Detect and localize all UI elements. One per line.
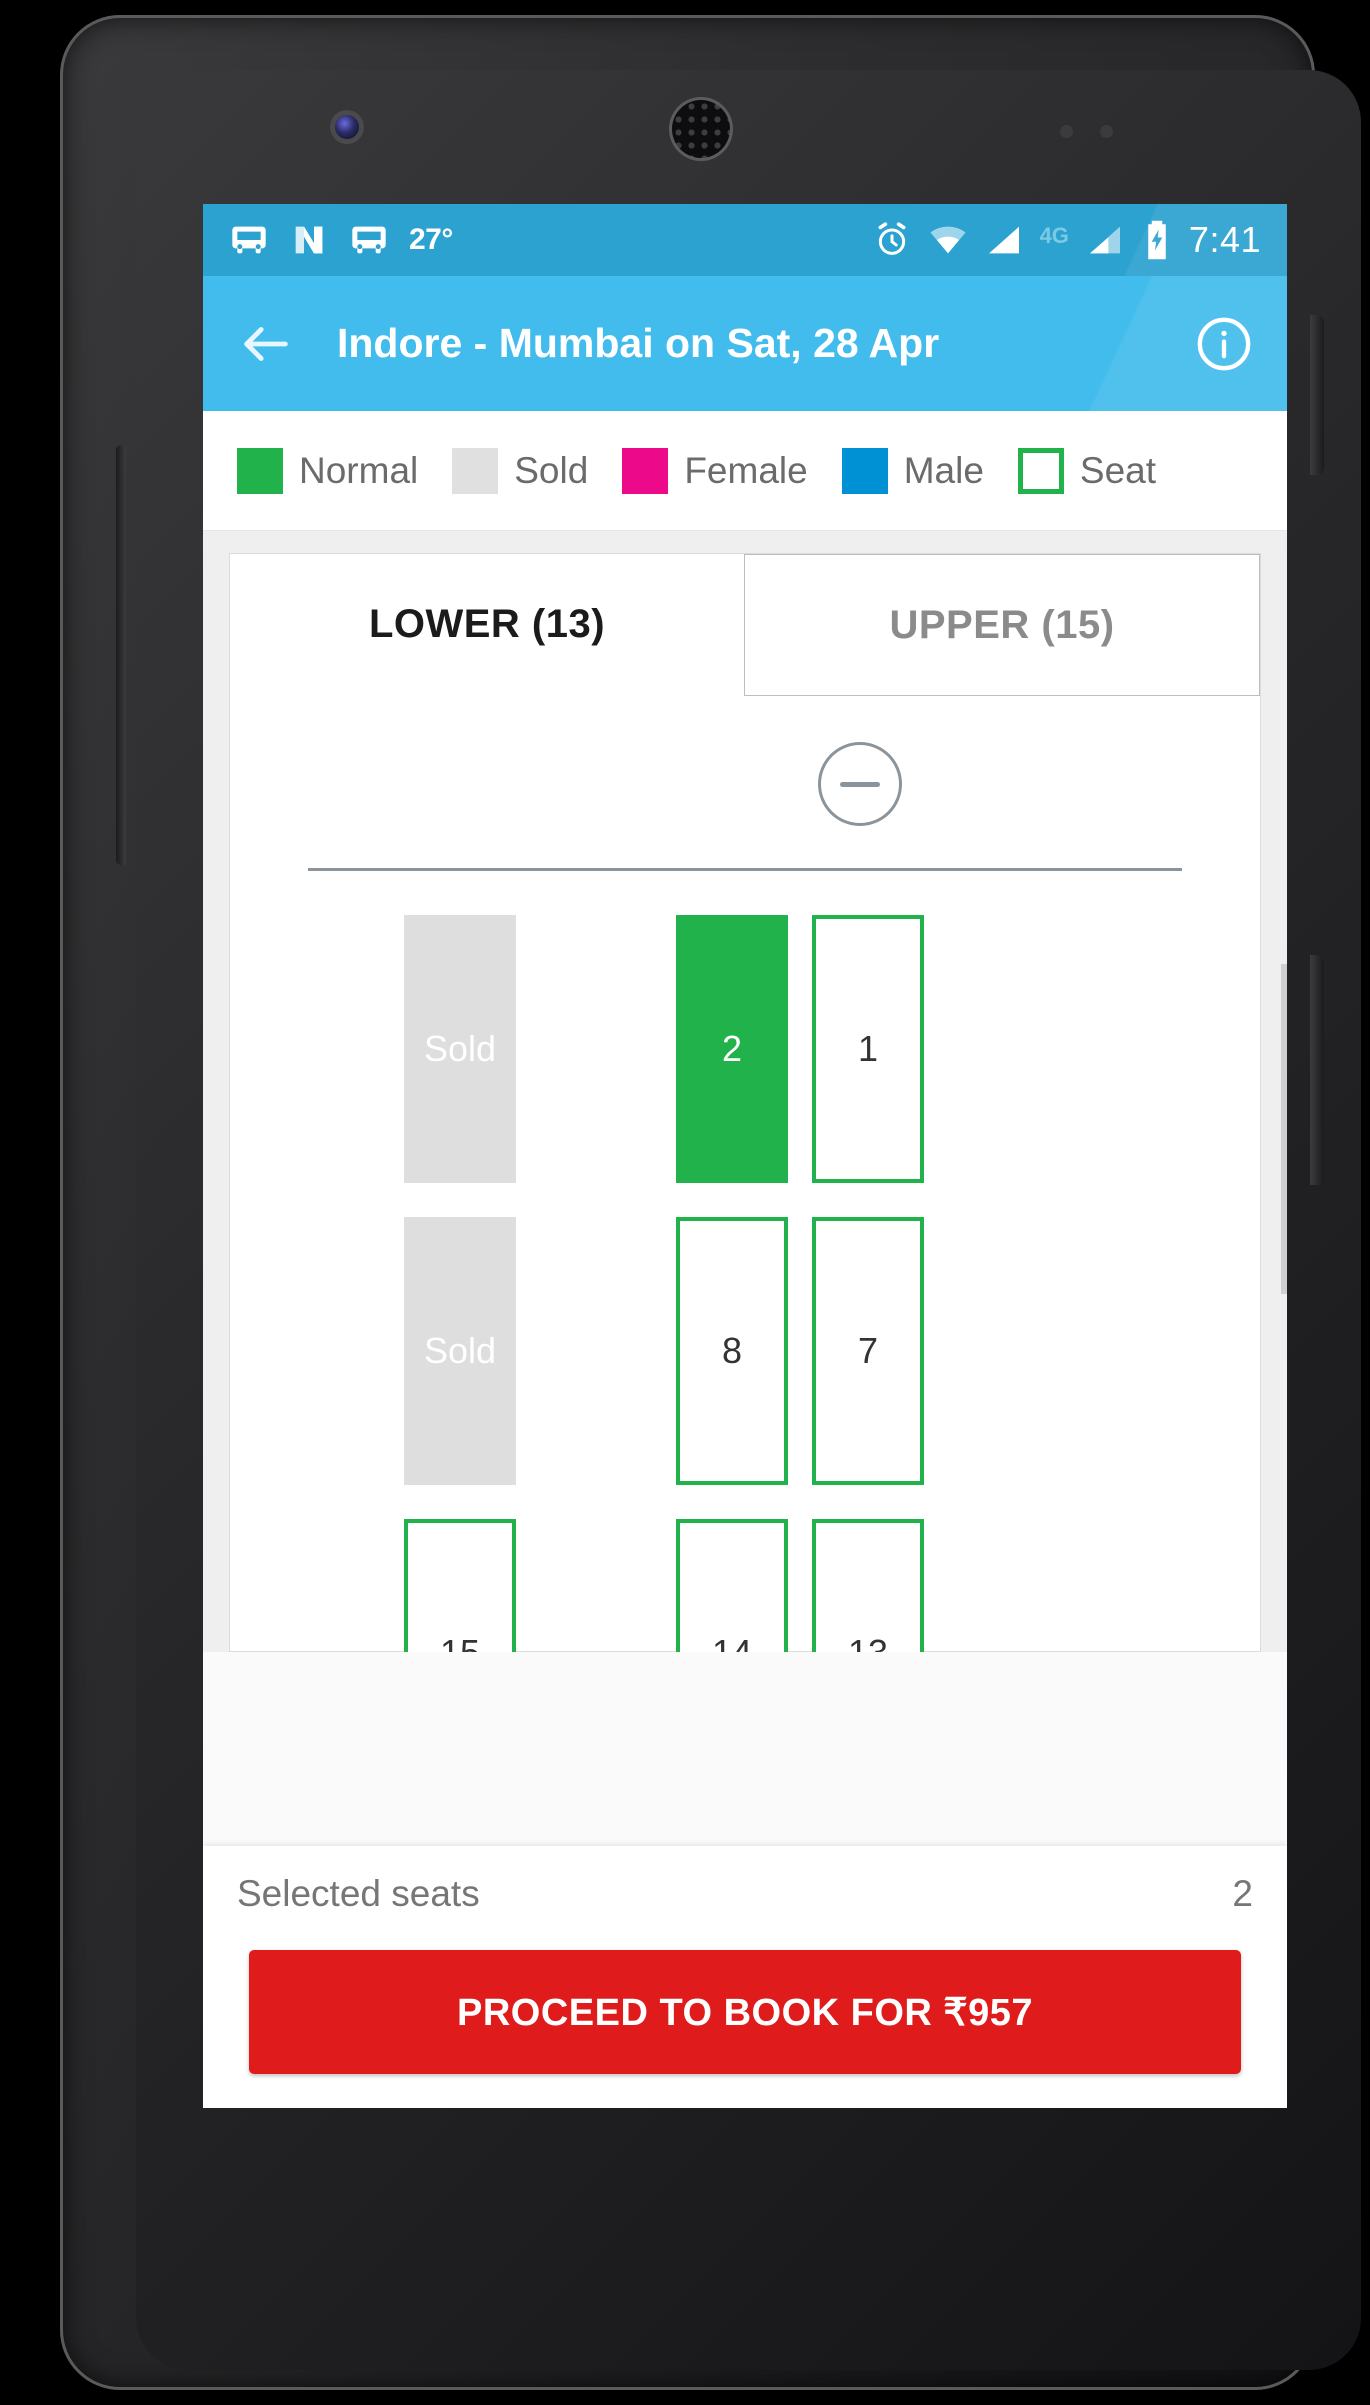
seat-aisle-spacer xyxy=(540,1217,652,1485)
legend-swatch-male xyxy=(841,447,888,494)
status-bar: 27° 4G 7:41 xyxy=(203,204,1287,276)
volume-button[interactable] xyxy=(1310,955,1324,1185)
clock-text: 7:41 xyxy=(1188,219,1261,260)
phone-screen: 27° 4G 7:41 Indore - Mumbai on Sat, 28 A… xyxy=(203,204,1287,2108)
legend-label-male: Male xyxy=(903,449,984,491)
bus-icon xyxy=(352,226,386,254)
status-bar-right: 4G 7:41 xyxy=(872,219,1261,261)
deck-area: LOWER (13) UPPER (15) Sold 2 1 Sold 8 7 xyxy=(203,531,1287,1652)
signal-icon xyxy=(988,226,1019,254)
deck-tab-bar: LOWER (13) UPPER (15) xyxy=(230,554,1260,696)
deck-card: LOWER (13) UPPER (15) Sold 2 1 Sold 8 7 xyxy=(229,553,1261,1652)
seat-13[interactable]: 13 xyxy=(812,1519,924,1652)
legend-label-seat-available: Seat xyxy=(1079,449,1157,491)
legend-label-sold: Sold xyxy=(514,449,589,491)
seat-row: Sold 8 7 xyxy=(230,1217,1260,1519)
temperature-text: 27° xyxy=(409,223,453,256)
wifi-icon xyxy=(930,226,966,254)
tab-lower-deck[interactable]: LOWER (13) xyxy=(230,554,744,696)
steering-wheel-icon xyxy=(818,742,902,826)
seat-row: Sold 2 1 xyxy=(230,915,1260,1217)
scrollbar[interactable] xyxy=(1281,964,1287,1294)
bottom-action-bar: Selected seats 2 PROCEED TO BOOK FOR ₹95… xyxy=(203,1846,1287,2108)
earpiece-speaker-icon xyxy=(672,100,730,158)
proximity-sensor-icon xyxy=(1060,125,1073,138)
legend-swatch-seat-available xyxy=(1017,447,1064,494)
seat-2[interactable]: 2 xyxy=(676,915,788,1183)
phone-device-frame: 27° 4G 7:41 Indore - Mumbai on Sat, 28 A… xyxy=(60,15,1361,2390)
network-type-label: 4G xyxy=(1039,223,1069,248)
power-button[interactable] xyxy=(1310,315,1324,475)
tab-upper-deck[interactable]: UPPER (15) xyxy=(744,554,1260,696)
legend-item-sold: Sold xyxy=(452,447,589,494)
legend-item-normal: Normal xyxy=(237,447,419,494)
seat-grid: Sold 2 1 Sold 8 7 15 xyxy=(230,871,1260,1652)
seat-8[interactable]: 8 xyxy=(676,1217,788,1485)
legend-swatch-sold xyxy=(452,447,499,494)
proceed-to-book-button[interactable]: PROCEED TO BOOK FOR ₹957 xyxy=(249,1950,1241,2074)
seat-aisle-spacer xyxy=(540,915,652,1183)
nougat-n-icon xyxy=(295,226,323,254)
legend-swatch-female xyxy=(622,447,669,494)
seat-sold: Sold xyxy=(404,1217,516,1485)
selected-seats-label: Selected seats xyxy=(237,1873,480,1914)
seat-14[interactable]: 14 xyxy=(676,1519,788,1652)
legend-label-female: Female xyxy=(684,449,808,491)
legend-item-seat-available: Seat xyxy=(1017,447,1157,494)
signal-icon-2 xyxy=(1089,226,1120,254)
legend-swatch-normal xyxy=(237,447,283,494)
bus-icon xyxy=(232,226,266,254)
battery-charging-icon xyxy=(1148,220,1166,260)
seat-legend: Normal Sold Female Male Seat xyxy=(203,411,1287,531)
legend-label-normal: Normal xyxy=(299,449,419,491)
status-bar-left: 27° xyxy=(229,220,453,260)
alarm-icon xyxy=(878,222,906,255)
app-bar: Indore - Mumbai on Sat, 28 Apr xyxy=(203,276,1287,411)
front-camera-icon xyxy=(335,115,359,139)
seat-1[interactable]: 1 xyxy=(812,915,924,1183)
seat-sold: Sold xyxy=(404,915,516,1183)
page-title: Indore - Mumbai on Sat, 28 Apr xyxy=(337,320,940,366)
seat-15[interactable]: 15 xyxy=(404,1519,516,1652)
back-arrow-icon[interactable] xyxy=(237,315,295,373)
seat-row: 15 14 13 xyxy=(230,1519,1260,1652)
seat-map-canvas: Sold 2 1 Sold 8 7 15 xyxy=(230,696,1260,1652)
seat-aisle-spacer xyxy=(540,1519,652,1652)
side-rail xyxy=(116,445,126,865)
steering-wheel-row xyxy=(230,742,1260,826)
seat-7[interactable]: 7 xyxy=(812,1217,924,1485)
selected-seats-count: 2 xyxy=(1232,1873,1253,1914)
legend-item-female: Female xyxy=(622,447,808,494)
selected-seats-row: Selected seats 2 xyxy=(237,1846,1253,1942)
light-sensor-icon xyxy=(1100,125,1113,138)
info-circle-icon[interactable] xyxy=(1195,315,1253,373)
legend-item-male: Male xyxy=(841,447,984,494)
